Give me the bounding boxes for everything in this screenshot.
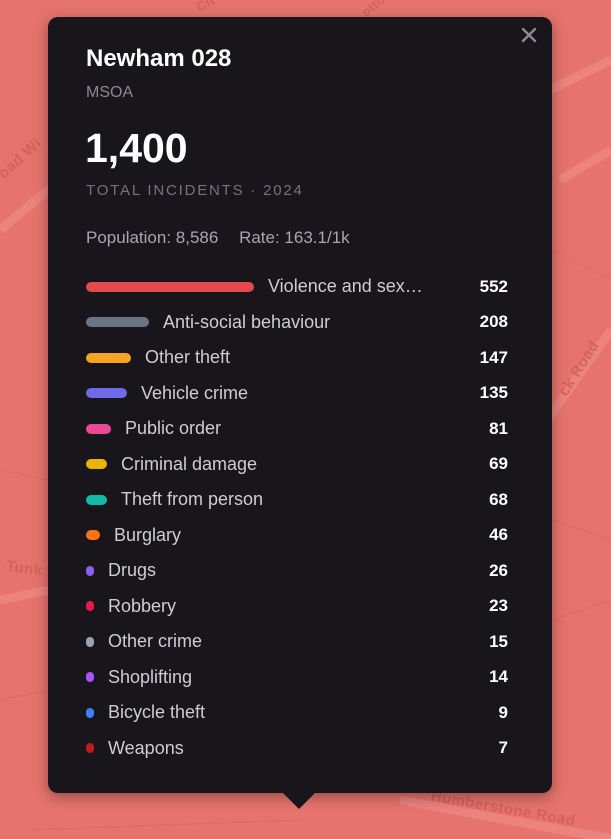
- category-bar: [86, 707, 94, 718]
- close-icon: [521, 27, 537, 43]
- category-row: Shoplifting 14: [86, 660, 508, 696]
- category-count: 15: [489, 631, 508, 651]
- category-label: Criminal damage: [121, 453, 258, 474]
- category-count: 81: [489, 418, 508, 438]
- category-list: Violence and sex… 552 Anti-social behaviou…: [86, 269, 508, 766]
- category-label: Vehicle crime: [141, 382, 249, 403]
- area-stats: Population: 8,586 Rate: 163.1/1k: [86, 228, 350, 248]
- category-label: Shoplifting: [108, 666, 193, 687]
- category-row: Other crime 15: [86, 624, 508, 660]
- category-label: Bicycle theft: [108, 702, 206, 723]
- category-count: 69: [489, 454, 508, 474]
- category-count: 26: [489, 560, 508, 580]
- category-label: Other theft: [145, 347, 231, 368]
- category-label: Theft from person: [121, 489, 264, 510]
- category-row: Burglary 46: [86, 518, 508, 554]
- popup-pointer: [282, 792, 316, 809]
- category-bar: [86, 672, 94, 683]
- category-label: Violence and sex…: [268, 276, 423, 297]
- category-label: Public order: [125, 418, 222, 439]
- category-bar: [86, 317, 149, 328]
- category-bar: [86, 530, 100, 541]
- category-bar: [86, 565, 94, 576]
- category-row: Drugs 26: [86, 553, 508, 589]
- category-row: Public order 81: [86, 411, 508, 447]
- category-count: 7: [498, 738, 508, 758]
- category-label: Other crime: [108, 631, 203, 652]
- category-count: 9: [498, 702, 508, 722]
- area-type: MSOA: [86, 84, 134, 101]
- total-incidents-label: TOTAL INCIDENTS · 2024: [86, 182, 304, 199]
- category-count: 23: [489, 596, 508, 616]
- category-row: Other theft 147: [86, 340, 508, 376]
- total-incidents-value: 1,400: [85, 125, 188, 171]
- area-popup: Newham 028 MSOA 1,400 TOTAL INCIDENTS · …: [48, 17, 552, 793]
- category-count: 46: [489, 525, 508, 545]
- category-row: Criminal damage 69: [86, 447, 508, 483]
- category-row: Theft from person 68: [86, 482, 508, 518]
- category-label: Drugs: [108, 560, 157, 581]
- category-bar: [86, 494, 107, 505]
- category-label: Anti-social behaviour: [163, 311, 331, 332]
- category-bar: [86, 601, 94, 612]
- category-label: Weapons: [108, 737, 184, 758]
- area-name: Newham 028: [86, 45, 232, 72]
- category-count: 135: [479, 383, 508, 403]
- category-bar: [86, 352, 131, 363]
- category-count: 208: [479, 312, 508, 332]
- category-bar: [86, 388, 127, 399]
- category-count: 14: [489, 667, 508, 687]
- category-label: Burglary: [114, 524, 182, 545]
- category-bar: [86, 743, 94, 754]
- category-bar: [86, 459, 107, 470]
- category-row: Violence and sex… 552: [86, 269, 508, 305]
- category-bar: [86, 423, 111, 434]
- map-background[interactable]: oad Wi ck Road Tunk Humberstone Road Cit…: [0, 0, 611, 839]
- category-bar: [86, 281, 254, 292]
- close-button[interactable]: [518, 25, 540, 47]
- rate-text: Rate: 163.1/1k: [239, 228, 350, 247]
- category-row: Anti-social behaviour 208: [86, 305, 508, 341]
- population-text: Population: 8,586: [86, 228, 219, 247]
- category-row: Bicycle theft 9: [86, 695, 508, 731]
- category-count: 552: [479, 276, 508, 296]
- category-row: Vehicle crime 135: [86, 376, 508, 412]
- category-count: 147: [479, 347, 508, 367]
- category-row: Weapons 7: [86, 731, 508, 767]
- category-label: Robbery: [108, 595, 177, 616]
- category-row: Robbery 23: [86, 589, 508, 625]
- category-count: 68: [489, 489, 508, 509]
- category-bar: [86, 636, 94, 647]
